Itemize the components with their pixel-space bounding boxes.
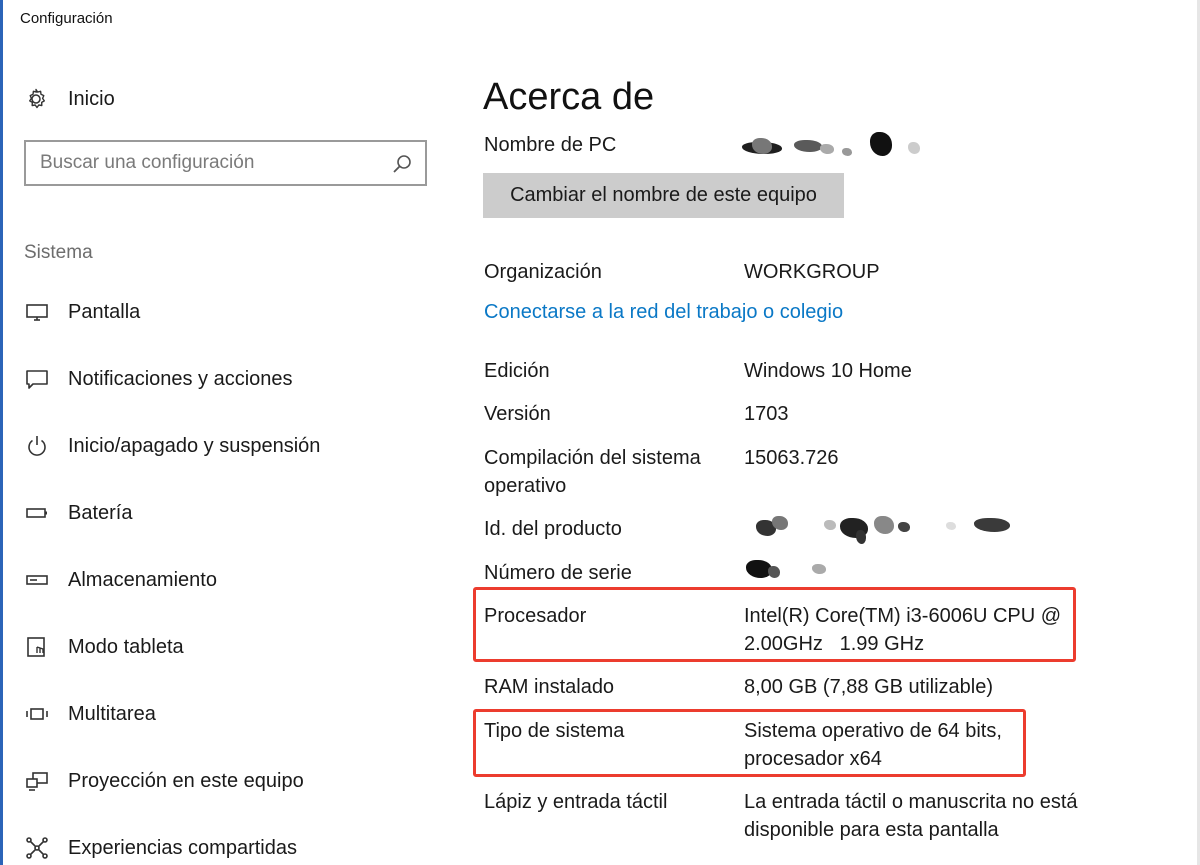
window-title: Configuración [20, 10, 113, 27]
sidebar-item-bateria[interactable]: Batería [24, 497, 132, 529]
search-icon[interactable] [391, 153, 413, 175]
sidebar-item-label: Modo tableta [68, 635, 184, 658]
sidebar-item-label: Notificaciones y acciones [68, 367, 293, 390]
sidebar-item-label: Pantalla [68, 300, 141, 323]
sidebar-item-label: Almacenamiento [68, 568, 217, 591]
sidebar-item-label: Inicio/apagado y suspensión [68, 434, 321, 457]
battery-icon [24, 500, 50, 526]
build-label: Compilación del sistema operativo [484, 447, 701, 497]
multitask-icon [24, 701, 50, 727]
home-label: Inicio [68, 87, 115, 110]
notification-icon [24, 366, 50, 392]
organization-value: WORKGROUP [744, 261, 880, 283]
search-input[interactable] [40, 150, 380, 176]
sidebar-item-label: Proyección en este equipo [68, 769, 304, 792]
pc-name-label: Nombre de PC [484, 134, 617, 156]
gear-icon [24, 87, 48, 111]
sidebar-item-multitarea[interactable]: Multitarea [24, 698, 156, 730]
build-value: 15063.726 [744, 447, 839, 469]
rename-pc-button[interactable]: Cambiar el nombre de este equipo [483, 173, 844, 218]
pen-touch-label: Lápiz y entrada táctil [484, 791, 668, 813]
system-type-value: Sistema operativo de 64 bits, procesador… [744, 720, 1002, 770]
version-label: Versión [484, 403, 551, 425]
search-box[interactable] [24, 140, 427, 186]
window-left-edge [0, 0, 3, 865]
home-nav-item[interactable]: Inicio [24, 84, 115, 114]
page-title: Acerca de [483, 76, 655, 118]
monitor-icon [24, 299, 50, 325]
pen-touch-value: La entrada táctil o manuscrita no está d… [744, 791, 1078, 841]
sidebar-item-label: Multitarea [68, 702, 156, 725]
product-id-redacted [748, 512, 1018, 546]
sidebar-item-pantalla[interactable]: Pantalla [24, 296, 140, 328]
sidebar-item-almacenamiento[interactable]: Almacenamiento [24, 564, 217, 596]
edition-label: Edición [484, 360, 550, 382]
sidebar-item-label: Experiencias compartidas [68, 836, 297, 859]
organization-label: Organización [484, 261, 602, 283]
ram-value: 8,00 GB (7,88 GB utilizable) [744, 676, 994, 698]
serial-number-redacted [744, 554, 834, 584]
shared-experiences-icon [24, 835, 50, 861]
tablet-mode-icon [24, 634, 50, 660]
sidebar-item-modo-tableta[interactable]: Modo tableta [24, 631, 184, 663]
ram-label: RAM instalado [484, 676, 615, 698]
pc-name-redacted [742, 132, 922, 162]
version-value: 1703 [744, 403, 789, 425]
sidebar-item-experiencias[interactable]: Experiencias compartidas [24, 832, 297, 864]
processor-value: Intel(R) Core(TM) i3-6006U CPU @ 2.00GHz… [744, 605, 1067, 655]
system-type-label: Tipo de sistema [484, 720, 625, 742]
projection-icon [24, 768, 50, 794]
serial-number-label: Número de serie [484, 562, 632, 584]
sidebar-item-proyeccion[interactable]: Proyección en este equipo [24, 765, 304, 797]
product-id-label: Id. del producto [484, 518, 622, 540]
storage-icon [24, 567, 50, 593]
sidebar-item-label: Batería [68, 501, 133, 524]
processor-label: Procesador [484, 605, 587, 627]
connect-work-school-link[interactable]: Conectarse a la red del trabajo o colegi… [484, 301, 843, 324]
power-icon [24, 433, 50, 459]
sidebar-item-inicio-apagado[interactable]: Inicio/apagado y suspensión [24, 430, 320, 462]
sidebar-item-notificaciones[interactable]: Notificaciones y acciones [24, 363, 293, 395]
section-label-sistema: Sistema [24, 242, 93, 263]
edition-value: Windows 10 Home [744, 360, 912, 382]
